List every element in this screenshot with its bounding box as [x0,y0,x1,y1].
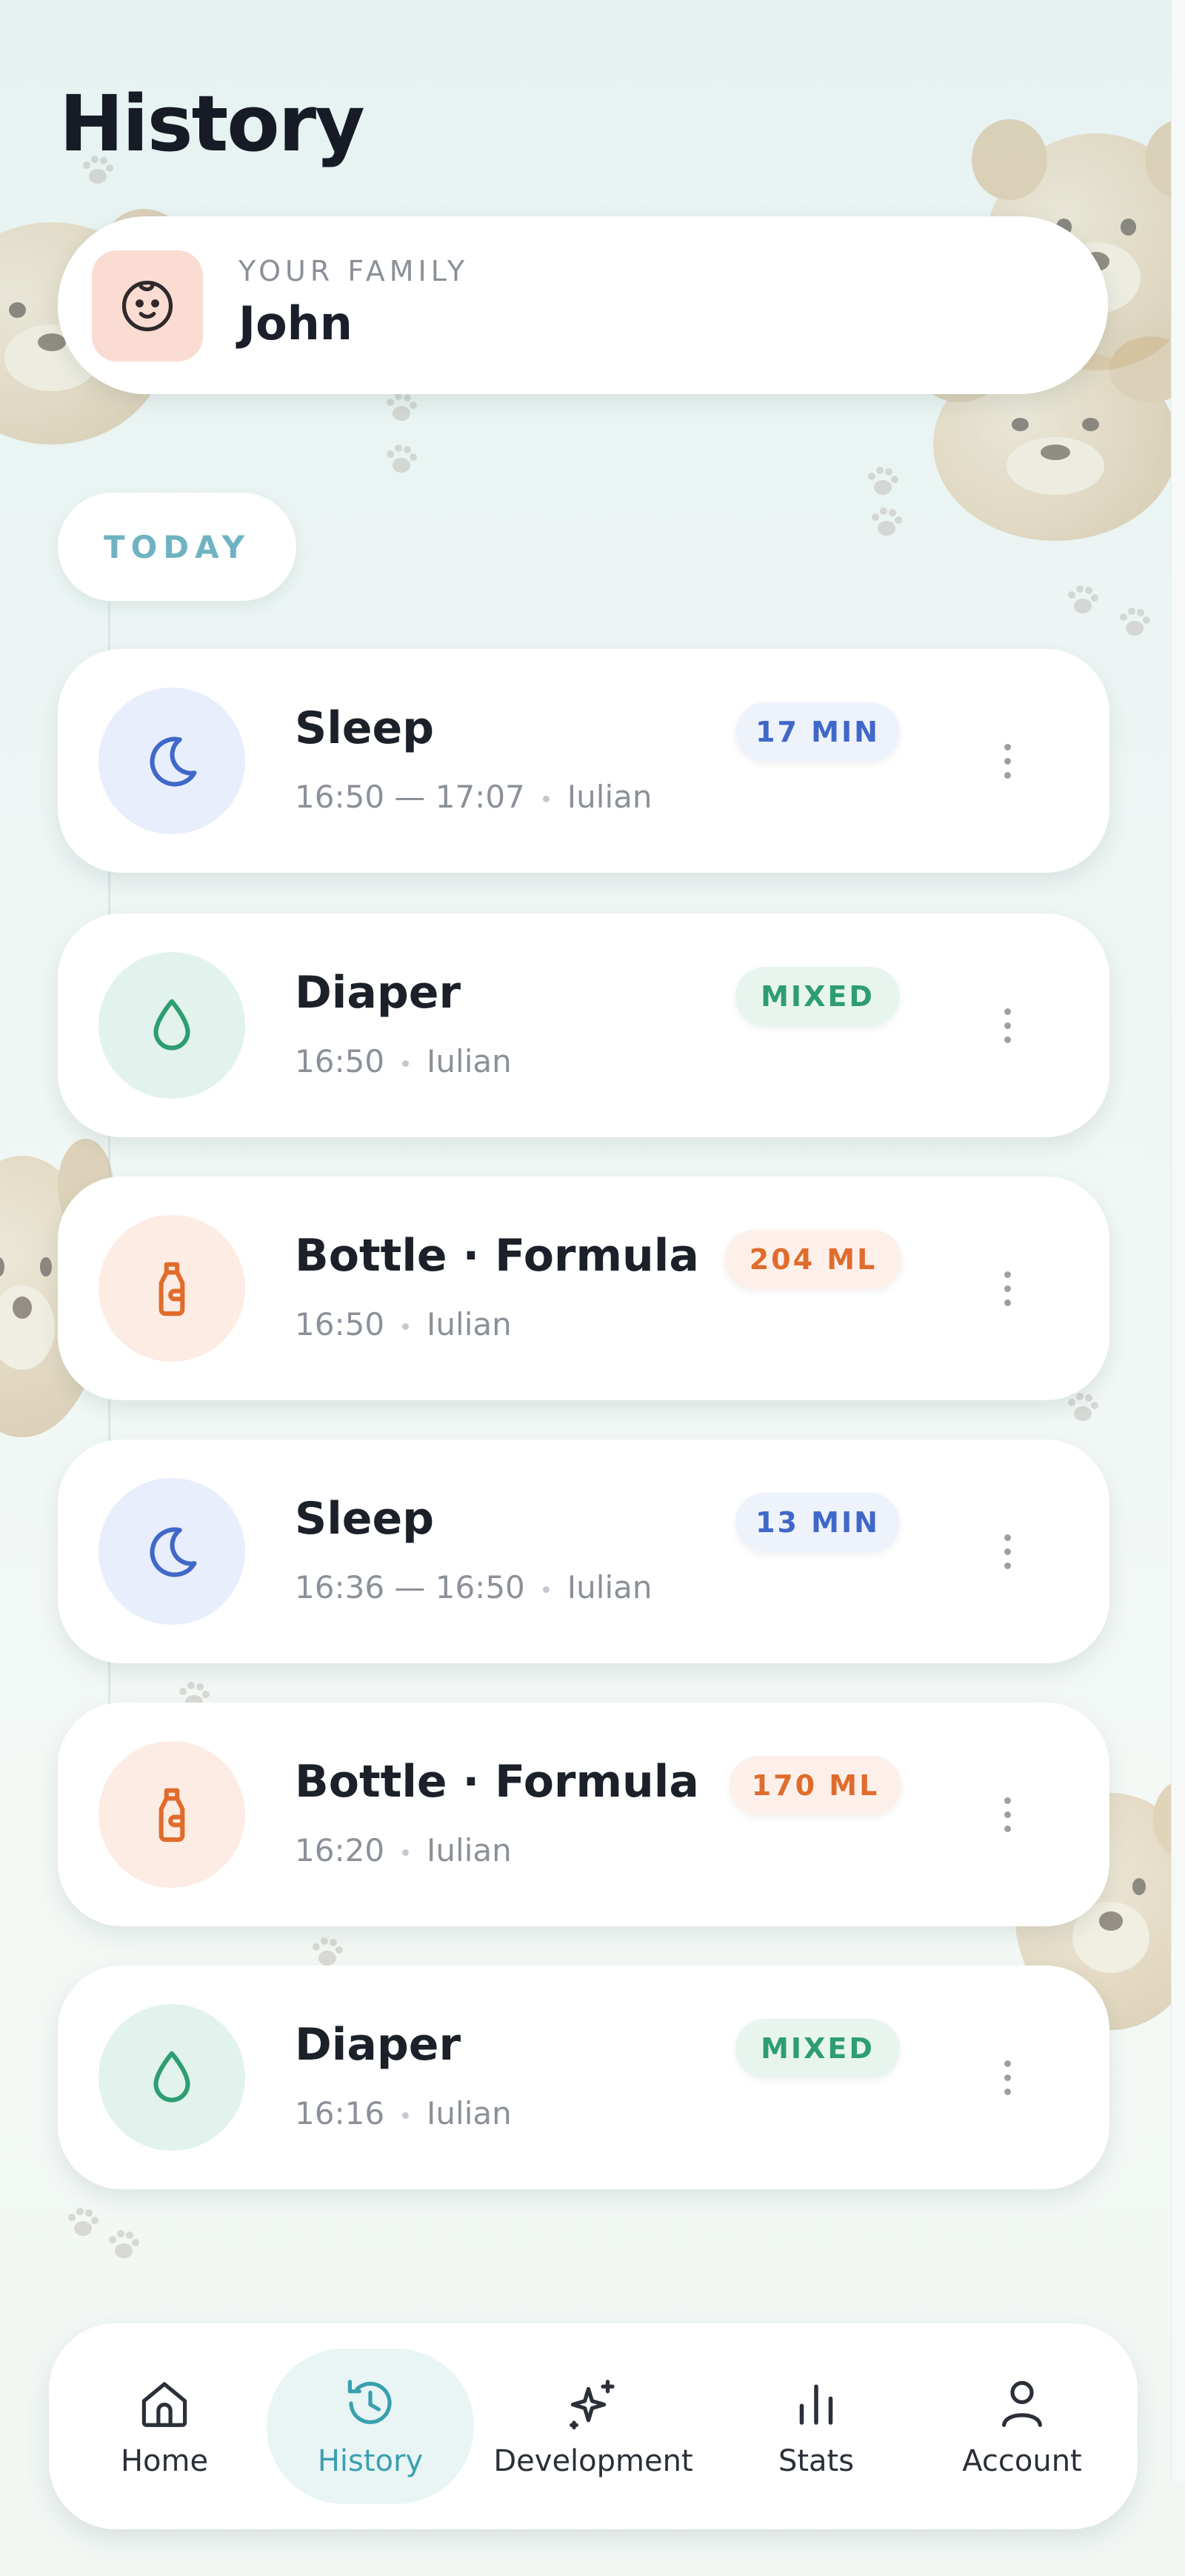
separator-dot [402,2112,410,2119]
history-entry[interactable]: Sleep 16:50 — 17:07 Iulian 17 MIN [58,649,1109,873]
today-section-label: TODAY [58,493,296,601]
bottle-icon [99,1741,245,1888]
more-options-icon[interactable] [985,1781,1029,1848]
entry-time: 16:16 [295,2095,385,2131]
entry-author: Iulian [567,779,652,815]
entry-author: Iulian [567,1569,652,1605]
moon-icon [99,1478,245,1625]
separator-dot [402,1849,410,1856]
nav-label: Account [962,2444,1082,2478]
house-icon [136,2374,193,2432]
nav-label: Development [493,2444,693,2478]
history-icon [341,2374,399,2432]
entry-time: 16:20 [295,1832,385,1868]
entry-meta: 16:50 Iulian [295,1306,512,1342]
nav-item-account[interactable]: Account [918,2349,1126,2504]
paw-print-decoration [1066,1393,1099,1425]
baby-face-icon [92,250,203,362]
entry-meta: 16:50 Iulian [295,1043,512,1079]
entry-meta: 16:20 Iulian [295,1832,512,1868]
volume-badge: 204 ML [724,1230,902,1289]
entry-time: 16:50 [295,1306,385,1342]
separator-dot [542,796,550,802]
nav-item-stats[interactable]: Stats [712,2349,920,2504]
type-badge: MIXED [735,2019,900,2078]
history-screen: History YOUR FAMILY John TODAY Sleep 16:… [0,0,1185,2576]
paw-print-decoration [385,445,418,477]
nav-label: History [317,2444,424,2478]
paw-print-decoration [107,2230,140,2263]
sparkle-icon [564,2374,622,2432]
volume-badge: 170 ML [730,1756,901,1815]
entry-author: Iulian [427,1306,512,1342]
separator-dot [402,1060,410,1067]
entry-author: Iulian [427,1043,512,1079]
paw-print-decoration [870,507,903,540]
history-entry[interactable]: Diaper 16:50 Iulian MIXED [58,913,1109,1137]
paw-print-decoration [1066,585,1099,618]
entry-title: Sleep [295,1493,435,1545]
entry-title: Diaper [295,2019,461,2071]
nav-item-development[interactable]: Development [490,2349,697,2504]
type-badge: MIXED [735,967,900,1026]
more-options-icon[interactable] [985,992,1029,1059]
entry-title: Bottle · Formula [295,1756,699,1808]
droplet-icon [99,952,245,1099]
nav-label: Home [120,2444,209,2478]
entry-time: 16:36 — 16:50 [295,1569,525,1605]
more-options-icon[interactable] [985,1518,1029,1585]
paw-print-decoration [385,393,418,425]
scrollbar-track[interactable] [1171,0,1185,2482]
entry-time: 16:50 [295,1043,385,1079]
duration-badge: 17 MIN [735,702,900,762]
nav-item-home[interactable]: Home [61,2349,268,2504]
entry-title: Bottle · Formula [295,1230,699,1282]
page-title: History [59,79,365,169]
bottom-navigation: Home History Development Stats Account [49,2323,1138,2529]
entry-meta: 16:36 — 16:50 Iulian [295,1569,652,1605]
more-options-icon[interactable] [985,728,1029,794]
paw-print-decoration [867,467,899,499]
entry-title: Sleep [295,702,435,754]
family-name: John [238,296,353,350]
droplet-icon [99,2004,245,2151]
history-entry[interactable]: Bottle · Formula 16:50 Iulian 204 ML [58,1176,1109,1400]
paw-print-decoration [1118,608,1151,640]
history-entry[interactable]: Bottle · Formula 16:20 Iulian 170 ML [58,1703,1109,1926]
nav-label: Stats [778,2444,855,2478]
more-options-icon[interactable] [985,1255,1029,1322]
entry-author: Iulian [427,2095,512,2131]
separator-dot [542,1586,550,1593]
entry-meta: 16:16 Iulian [295,2095,512,2131]
entry-time: 16:50 — 17:07 [295,779,525,815]
bar-chart-icon [787,2374,845,2432]
entry-author: Iulian [427,1832,512,1868]
bottle-icon [99,1215,245,1362]
moon-icon [99,688,245,834]
more-options-icon[interactable] [985,2044,1029,2111]
history-entry[interactable]: Sleep 16:36 — 16:50 Iulian 13 MIN [58,1440,1109,1663]
family-label: YOUR FAMILY [238,255,470,287]
separator-dot [402,1323,410,1330]
duration-badge: 13 MIN [735,1493,900,1552]
history-entry[interactable]: Diaper 16:16 Iulian MIXED [58,1966,1109,2189]
nav-item-history[interactable]: History [267,2349,474,2504]
entry-meta: 16:50 — 17:07 Iulian [295,779,652,815]
entry-title: Diaper [295,967,461,1019]
paw-print-decoration [67,2208,99,2240]
family-selector-card[interactable]: YOUR FAMILY John [58,216,1108,394]
person-icon [993,2374,1051,2432]
